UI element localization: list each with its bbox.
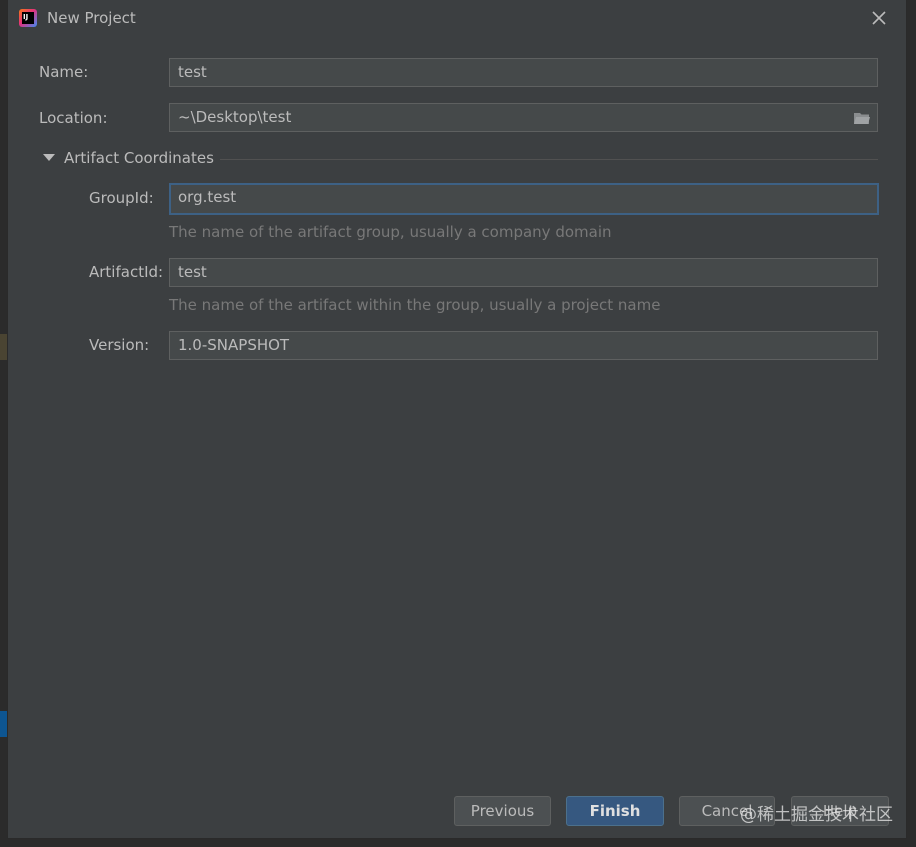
location-field[interactable]: ~\Desktop\test: [169, 103, 878, 132]
section-divider: [220, 159, 878, 160]
intellij-idea-icon: [19, 9, 37, 27]
background-editor-selection: [0, 711, 8, 737]
finish-button[interactable]: Finish: [566, 796, 664, 826]
name-field[interactable]: test: [169, 58, 878, 87]
artifactid-field[interactable]: test: [169, 258, 878, 287]
artifactid-label: ArtifactId:: [89, 263, 164, 281]
artifact-coordinates-label: Artifact Coordinates: [64, 149, 214, 167]
watermark: @稀土掘金技术社区: [740, 805, 893, 825]
location-value: ~\Desktop\test: [178, 108, 292, 126]
artifactid-hint: The name of the artifact within the grou…: [169, 296, 661, 314]
groupid-hint: The name of the artifact group, usually …: [169, 223, 612, 241]
version-label: Version:: [89, 336, 150, 354]
location-label: Location:: [39, 109, 108, 127]
groupid-label: GroupId:: [89, 189, 154, 207]
close-icon[interactable]: [869, 8, 889, 28]
background-code-editor: [0, 838, 916, 847]
previous-button[interactable]: Previous: [454, 796, 551, 826]
folder-icon[interactable]: [853, 111, 871, 125]
version-field[interactable]: 1.0-SNAPSHOT: [169, 331, 878, 360]
new-project-dialog: New Project Name: test Location: ~\Deskt…: [8, 0, 906, 838]
dialog-title: New Project: [47, 9, 136, 27]
name-label: Name:: [39, 63, 89, 81]
groupid-field[interactable]: org.test: [169, 183, 879, 215]
expand-triangle-icon: [43, 154, 55, 161]
title-bar: New Project: [8, 0, 906, 38]
background-editor-highlight: [0, 334, 8, 360]
